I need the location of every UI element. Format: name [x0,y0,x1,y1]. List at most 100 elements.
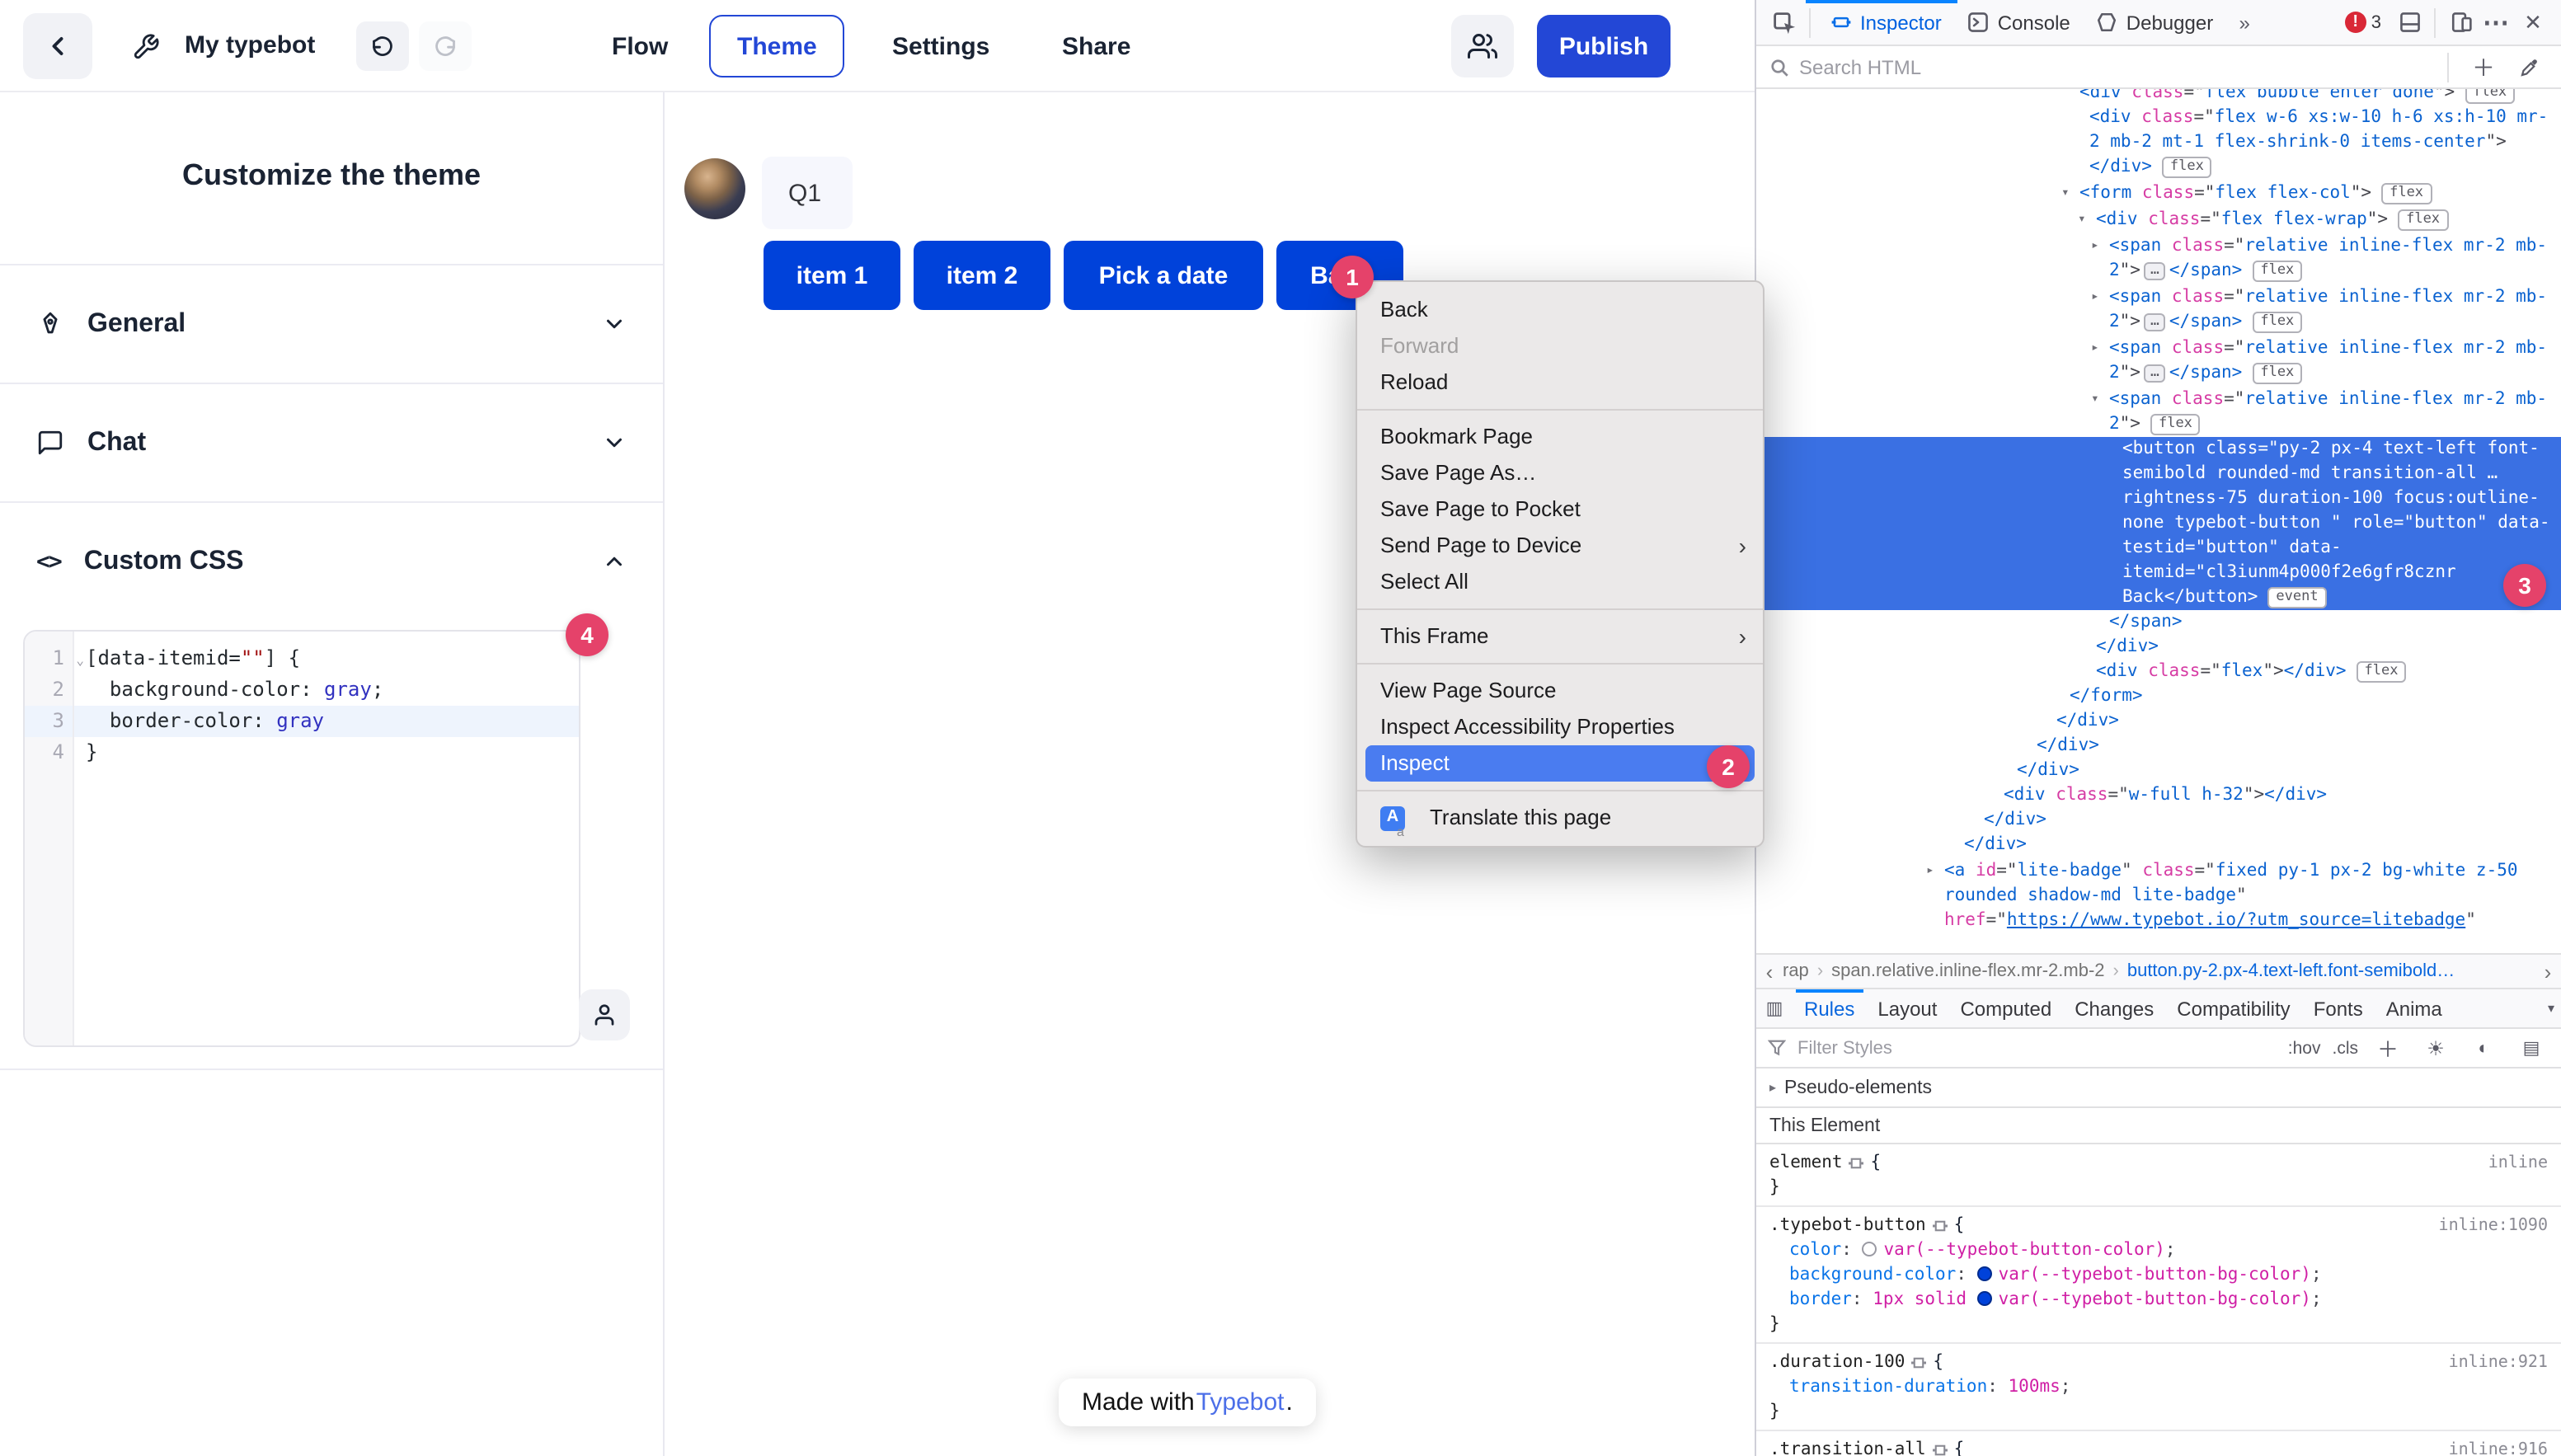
breadcrumb-item[interactable]: button.py-2.px-4.text-left.font-semibold… [2127,961,2455,981]
node-target-icon[interactable] [1933,1443,1948,1456]
code-line[interactable]: background-color: gray; [74,674,579,706]
chevron-up-icon[interactable] [602,549,627,574]
rules-tab-anima[interactable]: Anima [2375,989,2454,1028]
event-badge[interactable]: event [2267,587,2326,608]
menu-item-translate-this-page[interactable]: AaTranslate this page [1357,800,1763,836]
collapsed-children-icon[interactable]: … [2144,313,2166,331]
add-node-icon[interactable]: ＋ [2465,47,2502,87]
editor-code[interactable]: [data-itemid=""] { background-color: gra… [74,632,579,1045]
color-scheme-icon[interactable]: ◐ [2465,1028,2502,1068]
twisty-collapsed-icon[interactable]: ▸ [2091,335,2109,359]
code-line[interactable]: border-color: gray [74,706,579,737]
devtools-tab-console[interactable]: Console [1955,0,2084,45]
more-tabs-chevron-icon[interactable]: » [2226,2,2263,42]
panel-dropdown-icon[interactable]: ▾ [2541,1001,2561,1016]
menu-item-select-all[interactable]: Select All [1357,564,1763,600]
breadcrumb-item[interactable]: span.relative.inline-flex.mr-2.mb-2 [1831,961,2104,981]
rules-tab-compatibility[interactable]: Compatibility [2165,989,2301,1028]
menu-item-this-frame[interactable]: This Frame› [1357,618,1763,655]
split-console-icon[interactable] [2391,2,2427,42]
menu-item-inspect-accessibility-properties[interactable]: Inspect Accessibility Properties [1357,709,1763,745]
print-media-icon[interactable]: ▤ [2513,1028,2549,1068]
tab-theme[interactable]: Theme [709,15,845,77]
tree-node[interactable]: ▸<span class="relative inline-flex mr-2 … [1756,284,2561,335]
responsive-mode-icon[interactable] [2442,2,2479,42]
rule-declaration[interactable]: transition-duration: 100ms; [1769,1375,2548,1400]
flex-badge[interactable]: flex [2357,661,2407,683]
rule-source-link[interactable]: inline [2488,1151,2548,1176]
tree-node[interactable]: </div> [1756,759,2561,783]
tree-node[interactable]: ▾<div class="flex flex-wrap">flex [1756,206,2561,232]
chat-choice-button[interactable]: item 2 [914,241,1050,310]
menu-item-save-page-to-pocket[interactable]: Save Page to Pocket [1357,491,1763,528]
menu-item-inspect[interactable]: Inspect [1365,745,1755,782]
add-rule-icon[interactable]: ＋ [2370,1028,2406,1068]
chevron-down-icon[interactable] [602,312,627,336]
tree-node[interactable]: </span> [1756,610,2561,635]
rule-source-link[interactable]: inline:1090 [2439,1214,2548,1238]
rules-tab-computed[interactable]: Computed [1948,989,2063,1028]
sidebar-section-custom-css[interactable]: <> Custom CSS [0,501,663,620]
pick-element-icon[interactable] [1766,2,1802,42]
tree-node[interactable]: </div> [1756,808,2561,833]
tree-node[interactable]: ▾<span class="relative inline-flex mr-2 … [1756,386,2561,437]
rule-selector[interactable]: .duration-100 [1769,1350,1905,1375]
avatar-settings-button[interactable] [579,989,630,1040]
sidebar-toggle-icon[interactable]: ▥ [1756,989,1793,1028]
tree-node[interactable]: ▸<span class="relative inline-flex mr-2 … [1756,335,2561,386]
chevron-down-icon[interactable] [602,430,627,455]
redo-button[interactable] [419,21,472,71]
tree-node-selected[interactable]: <button class="py-2 px-4 text-left font-… [1756,437,2561,610]
devtools-tab-debugger[interactable]: Debugger [2084,0,2226,45]
tree-node[interactable]: </form> [1756,684,2561,709]
rules-tab-fonts[interactable]: Fonts [2302,989,2375,1028]
menu-item-save-page-as[interactable]: Save Page As… [1357,455,1763,491]
breadcrumb-scroll-left-icon[interactable]: ‹ [1756,959,1783,984]
rule-selector[interactable]: element [1769,1151,1843,1176]
tree-node[interactable]: <div class="flex bubble enter done">flex [1756,89,2561,106]
twisty-collapsed-icon[interactable]: ▸ [2091,284,2109,308]
tree-node[interactable]: </div> [1756,734,2561,759]
publish-button[interactable]: Publish [1537,15,1671,77]
sidebar-section-chat[interactable]: Chat [0,383,663,501]
rule-selector[interactable]: .transition-all [1769,1438,1926,1456]
tree-node[interactable]: </div> [1756,635,2561,660]
tab-flow[interactable]: Flow [612,0,668,92]
pseudo-elements-section[interactable]: ▸ Pseudo-elements [1756,1069,2561,1108]
collaborators-button[interactable] [1451,15,1514,77]
chat-choice-button[interactable]: Pick a date [1064,241,1263,310]
cls-toggle[interactable]: .cls [2333,1038,2359,1058]
rules-tab-rules[interactable]: Rules [1793,989,1866,1028]
menu-item-reload[interactable]: Reload [1357,364,1763,401]
menu-item-bookmark-page[interactable]: Bookmark Page [1357,419,1763,455]
menu-item-view-page-source[interactable]: View Page Source [1357,673,1763,709]
rule-declaration[interactable]: color: var(--typebot-button-color); [1769,1238,2548,1263]
code-line[interactable]: [data-itemid=""] { [74,643,579,674]
color-swatch[interactable] [1863,1242,1877,1256]
twisty-expanded-icon[interactable]: ▾ [2091,386,2109,411]
undo-button[interactable] [356,21,409,71]
made-with-brand[interactable]: Typebot [1196,1388,1285,1416]
twisty-collapsed-icon[interactable]: ▸ [1926,857,1944,882]
breadcrumb-scroll-right-icon[interactable]: › [2535,959,2561,984]
close-devtools-icon[interactable]: ✕ [2515,2,2551,42]
rule-source-link[interactable]: inline:921 [2449,1350,2548,1375]
node-target-icon[interactable] [1933,1219,1948,1233]
flex-badge[interactable]: flex [2381,183,2432,204]
chat-choice-button[interactable]: item 1 [764,241,900,310]
code-line[interactable]: } [74,737,579,768]
custom-css-editor[interactable]: 1⌄234 [data-itemid=""] { background-colo… [23,630,580,1047]
twisty-expanded-icon[interactable]: ▾ [2061,180,2079,204]
breadcrumb-item[interactable]: rap [1783,961,1809,981]
fold-arrow-icon[interactable]: ⌄ [76,645,84,676]
tree-node[interactable]: <div class="flex w-6 xs:w-10 h-6 xs:h-10… [1756,106,2561,180]
tab-share[interactable]: Share [1062,0,1130,92]
tree-node[interactable]: ▸<a id="lite-badge" class="fixed py-1 px… [1756,857,2561,933]
tab-settings[interactable]: Settings [892,0,989,92]
meatball-menu-icon[interactable]: ⋯ [2479,2,2515,42]
flex-badge[interactable]: flex [2398,209,2448,231]
collapsed-children-icon[interactable]: … [2144,262,2166,280]
twisty-collapsed-icon[interactable]: ▸ [2091,232,2109,257]
menu-item-back[interactable]: Back [1357,292,1763,328]
made-with-badge[interactable]: Made with Typebot. [1059,1379,1316,1426]
